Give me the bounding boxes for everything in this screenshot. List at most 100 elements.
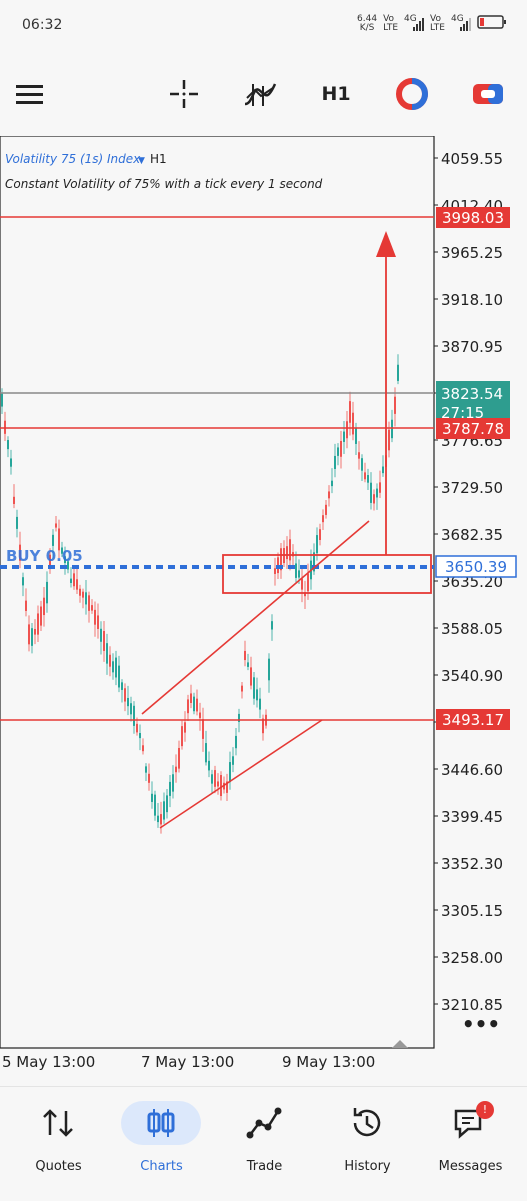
- candle-body: [127, 697, 129, 707]
- symbol-dropdown-icon[interactable]: ▼: [138, 156, 145, 166]
- candle-body: [247, 662, 249, 667]
- candle-body: [343, 431, 345, 442]
- scroll-to-end-icon[interactable]: [392, 1040, 408, 1048]
- candle-body: [337, 447, 339, 456]
- sim2-signal-icon: 4G: [451, 14, 471, 32]
- candle-body: [1, 393, 3, 407]
- indicators-icon[interactable]: [240, 74, 280, 114]
- candle-body: [286, 546, 288, 560]
- candle-body: [73, 573, 75, 587]
- candle-body: [256, 689, 258, 701]
- chart-canvas[interactable]: 4059.554012.403965.253918.103870.953823.…: [0, 136, 527, 1076]
- color-theme-icon[interactable]: [392, 74, 432, 114]
- price-tags: 3998.03 3823.54 27:15 3787.78 3650.39 34…: [435, 207, 517, 730]
- candle-body: [364, 472, 366, 480]
- nav-charts-label: Charts: [140, 1159, 183, 1174]
- candle-body: [187, 699, 189, 714]
- status-bar: 06:32 6.44 K/S Vo LTE 4G Vo LTE 4G: [0, 0, 527, 52]
- nav-quotes-label: Quotes: [35, 1159, 82, 1174]
- symbol-title: Volatility 75 (1s) Index: [5, 152, 141, 166]
- candle-body: [118, 665, 120, 688]
- price-tick-label: 3540.90: [441, 667, 503, 685]
- candle-body: [22, 577, 24, 586]
- candle-body: [40, 606, 42, 626]
- time-axis: 5 May 13:00 7 May 13:00 9 May 13:00: [2, 1053, 375, 1071]
- candle-body: [136, 723, 138, 733]
- candle-body: [139, 733, 141, 739]
- candle-body: [109, 654, 111, 667]
- candle-body: [370, 482, 372, 503]
- battery-icon: [477, 14, 507, 33]
- candle-body: [82, 591, 84, 598]
- candle-body: [331, 480, 333, 487]
- nav-history[interactable]: History: [315, 1087, 420, 1187]
- candle-body: [160, 814, 162, 825]
- candle-body: [115, 657, 117, 678]
- candle-body: [355, 427, 357, 444]
- net-speed: 6.44 K/S: [357, 14, 377, 33]
- candle-body: [10, 458, 12, 467]
- price-tick-label: 3918.10: [441, 291, 503, 309]
- trade-panel-icon[interactable]: [468, 74, 508, 114]
- price-tick-label: 3399.45: [441, 808, 503, 826]
- resistance-price-text: 3787.78: [442, 420, 504, 438]
- candle-body: [334, 455, 336, 469]
- candle-body: [325, 504, 327, 515]
- candle-body: [211, 774, 213, 784]
- candle-body: [379, 482, 381, 493]
- target-arrow-head: [376, 231, 396, 257]
- candle-body: [46, 581, 48, 604]
- candle-body: [358, 452, 360, 459]
- candle-body: [199, 712, 201, 719]
- candle-body: [346, 421, 348, 439]
- candle-body: [145, 766, 147, 773]
- candle-body: [328, 491, 330, 499]
- trendline-upper: [141, 520, 370, 715]
- candle-body: [31, 628, 33, 646]
- candle-body: [235, 735, 237, 749]
- candle-body: [37, 613, 39, 635]
- net-speed-unit: K/S: [359, 22, 375, 33]
- price-tick-label: 3682.35: [441, 526, 503, 544]
- hamburger-icon[interactable]: [10, 74, 50, 114]
- price-tick-label: 3965.25: [441, 244, 503, 262]
- nav-messages[interactable]: ! Messages: [418, 1087, 523, 1187]
- nav-quotes[interactable]: Quotes: [6, 1087, 111, 1187]
- candle-body: [133, 705, 135, 726]
- time-label-3: 9 May 13:00: [282, 1053, 375, 1071]
- timeframe-button[interactable]: H1: [316, 74, 356, 114]
- quotes-icon: [43, 1109, 73, 1137]
- candle-body: [340, 440, 342, 457]
- candle-body: [373, 494, 375, 504]
- order-label[interactable]: BUY 0.05: [6, 547, 83, 565]
- support-price-text: 3493.17: [442, 711, 504, 729]
- candle-body: [178, 747, 180, 769]
- candle-body: [322, 515, 324, 523]
- time-label-2: 7 May 13:00: [141, 1053, 234, 1071]
- candle-body: [298, 570, 300, 578]
- sim1-volte: Vo LTE: [383, 13, 399, 33]
- candle-body: [106, 643, 108, 664]
- more-options-icon[interactable]: •••: [462, 1012, 500, 1036]
- candle-body: [190, 693, 192, 703]
- nav-charts[interactable]: Charts: [109, 1087, 214, 1187]
- sim2-volte: Vo LTE: [430, 13, 445, 33]
- trendline-lower: [159, 719, 323, 829]
- plot-frame: [0, 136, 435, 1049]
- current-price-text: 3823.54: [441, 385, 503, 403]
- nav-trade[interactable]: Trade: [212, 1087, 317, 1187]
- candle-body: [241, 685, 243, 692]
- candle-body: [361, 458, 363, 471]
- candle-body: [271, 621, 273, 630]
- candle-body: [391, 419, 393, 439]
- candle-body: [172, 774, 174, 792]
- crosshair-icon[interactable]: [164, 74, 204, 114]
- price-chart[interactable]: 4059.554012.403965.253918.103870.953823.…: [0, 136, 527, 1076]
- candle-body: [25, 600, 27, 611]
- candle-body: [295, 563, 297, 578]
- candle-body: [34, 628, 36, 635]
- candle-body: [121, 682, 123, 690]
- candle-body: [70, 578, 72, 583]
- candle-body: [352, 412, 354, 435]
- candle-body: [244, 650, 246, 661]
